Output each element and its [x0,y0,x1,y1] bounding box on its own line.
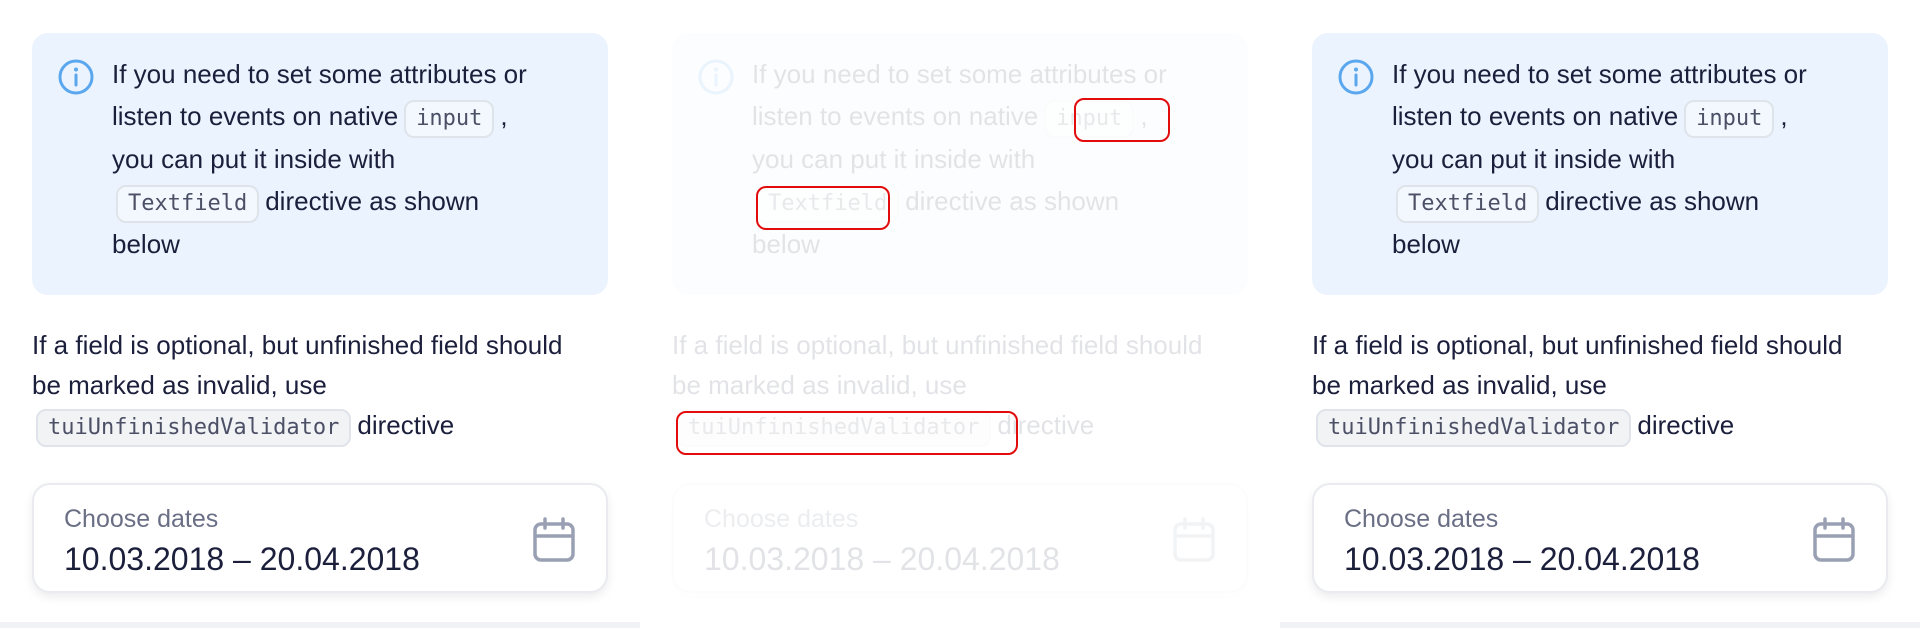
notice-box: If you need to set some attributes or li… [1312,33,1888,295]
field-value: 10.03.2018 – 20.04.2018 [1344,541,1700,577]
notice-line: you can put it inside with [1392,144,1676,174]
notice-line: If you need to set some attributes or [1392,59,1807,89]
notice-line: If you need to set some attributes or [112,59,527,89]
notice-line: If you need to set some attributes or [752,59,1167,89]
calendar-icon[interactable] [1172,517,1216,563]
diff-highlight-textfield [756,186,890,230]
panel-bottom-edge [1280,622,1920,628]
notice-line: you can put it inside with [112,144,396,174]
notice-line: below [112,229,180,259]
panel-diff: If you need to set some attributes or li… [640,0,1280,628]
notice-box: If you need to set some attributes or li… [32,33,608,295]
validator-paragraph: If a field is optional, but unfinished f… [32,325,622,447]
date-range-field[interactable]: Choose dates 10.03.2018 – 20.04.2018 [32,483,608,593]
code-validator: tuiUnfinishedValidator [36,409,352,447]
info-icon [1338,59,1374,95]
calendar-icon[interactable] [1812,517,1856,563]
info-icon [698,59,734,95]
panel-actual: If you need to set some attributes or li… [1280,0,1920,628]
diff-highlight-input [1074,98,1170,142]
info-icon [58,59,94,95]
code-textfield: Textfield [116,185,260,223]
validator-paragraph: If a field is optional, but unfinished f… [1312,325,1902,447]
field-value: 10.03.2018 – 20.04.2018 [704,541,1060,577]
panel-bottom-edge [0,622,640,628]
notice-box: If you need to set some attributes or li… [672,33,1248,295]
notice-line: Textfield directive as shown [1392,180,1864,223]
panel-expected: If you need to set some attributes or li… [0,0,640,628]
code-input: input [1684,100,1775,138]
notice-line: Textfield directive as shown [112,180,584,223]
field-label: Choose dates [1344,505,1499,533]
date-range-field[interactable]: Choose dates 10.03.2018 – 20.04.2018 [1312,483,1888,593]
diff-highlight-validator [676,411,1018,455]
code-validator: tuiUnfinishedValidator [1316,409,1632,447]
notice-line: below [1392,229,1460,259]
code-input: input [404,100,495,138]
notice-line: listen to events on native input, [112,95,584,138]
field-label: Choose dates [64,505,219,533]
calendar-icon[interactable] [532,517,576,563]
field-value: 10.03.2018 – 20.04.2018 [64,541,420,577]
notice-line: you can put it inside with [752,144,1036,174]
date-range-field[interactable]: Choose dates 10.03.2018 – 20.04.2018 [672,483,1248,593]
code-textfield: Textfield [1396,185,1540,223]
field-label: Choose dates [704,505,859,533]
notice-line: listen to events on native input, [1392,95,1864,138]
